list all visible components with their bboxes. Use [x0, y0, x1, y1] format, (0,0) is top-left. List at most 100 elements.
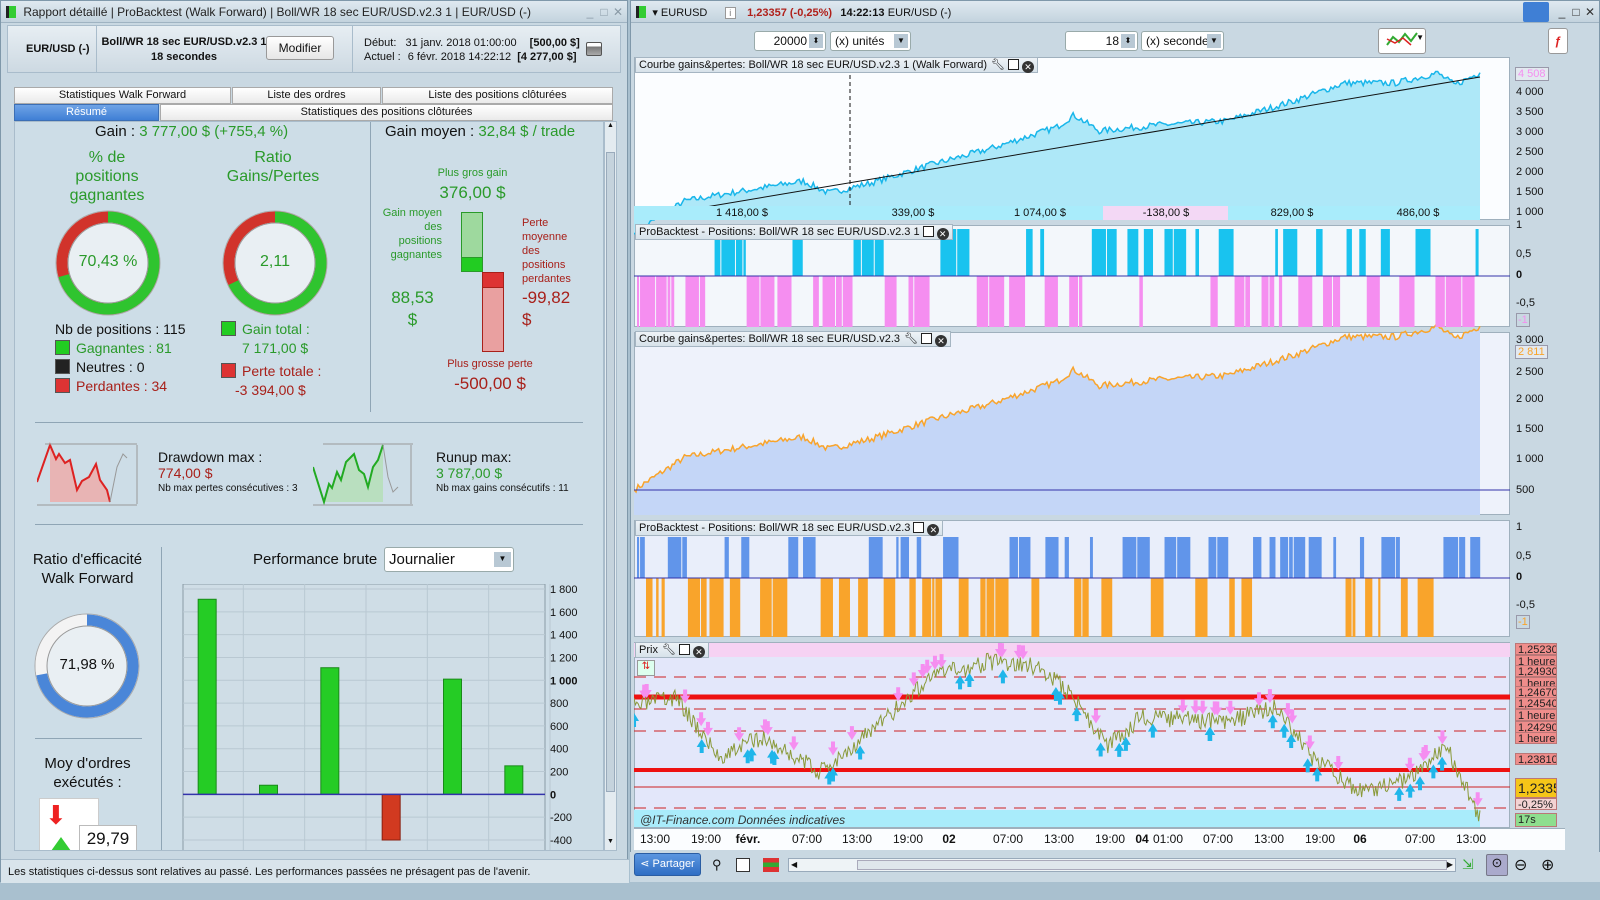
minimize-button[interactable]: _ — [1555, 1, 1569, 23]
equity-last-value: 2 811 — [1515, 345, 1548, 359]
drawdown-block: Drawdown max : 774,00 $ Nb max pertes co… — [158, 449, 298, 494]
close-icon[interactable]: ✕ — [936, 228, 949, 240]
minimize-button[interactable]: _ — [583, 1, 597, 23]
price-level-label: 1,24540 — [1515, 697, 1557, 709]
info-icon[interactable]: i — [724, 7, 736, 19]
perf-period-select[interactable]: Journalier ▼ — [384, 547, 514, 572]
wf-position-short-bar — [976, 276, 989, 327]
biggest-gain-label: Plus gros gain — [437, 167, 508, 179]
current-label: Actuel : — [364, 51, 401, 63]
close-icon[interactable]: ✕ — [1022, 61, 1035, 73]
buy-arrow-icon — [51, 837, 71, 850]
modify-button[interactable]: Modifier — [266, 36, 334, 60]
zoom-out-icon[interactable]: ⊖ — [1514, 855, 1527, 875]
app-logo-icon — [6, 6, 16, 18]
export-icon[interactable] — [736, 858, 750, 872]
axis-tick-label: 1 000 — [1516, 206, 1544, 218]
maximize-button[interactable]: □ — [597, 1, 611, 23]
time-axis-label: 04 — [1135, 832, 1149, 846]
close-button[interactable]: ✕ — [1583, 1, 1597, 23]
wrench-icon[interactable]: 🔧︎ — [904, 333, 918, 345]
summary-scrollbar[interactable]: ▲ ▼ — [604, 121, 617, 851]
alert-icon[interactable]: ⚲ — [712, 857, 722, 873]
share-button[interactable]: ⋖ Partager — [634, 853, 701, 876]
add-indicator-button[interactable]: ▼ — [1378, 28, 1426, 54]
wf-position-long-bar — [1380, 229, 1390, 276]
zoom-in-icon[interactable]: ⊕ — [1541, 855, 1554, 875]
position-long-bar — [1443, 537, 1459, 578]
close-button[interactable]: ✕ — [611, 1, 625, 23]
close-icon[interactable]: ✕ — [692, 646, 705, 658]
time-axis-label: 07:00 — [1202, 832, 1234, 846]
wf-position-long-bar — [1475, 229, 1479, 276]
close-icon[interactable]: ✕ — [935, 335, 948, 347]
window-icon[interactable] — [913, 522, 925, 533]
tab-closed-positions-list[interactable]: Liste des positions clôturées — [382, 87, 613, 104]
scroll-thumb[interactable] — [606, 152, 615, 792]
avg-loss-label: Perte moyenne des positions perdantes — [522, 217, 571, 285]
tab-summary[interactable]: Résumé — [14, 104, 159, 121]
scroll-left-arrow[interactable]: ◀ — [791, 859, 797, 871]
scroll-up-arrow[interactable]: ▲ — [605, 122, 616, 134]
symbol-dropdown[interactable]: ▾ EURUSD — [652, 7, 707, 19]
axis-tick-label: 3 000 — [1516, 126, 1544, 138]
units-input[interactable]: 20000 ⬍ — [754, 31, 826, 51]
horizontal-scrollbar[interactable]: ◀ ▶ — [788, 858, 1456, 872]
sell-arrow-icon — [1437, 730, 1448, 745]
keyboard-icon[interactable] — [1523, 2, 1549, 22]
units-label: (x) unités — [835, 34, 885, 48]
lock-scroll-icon[interactable]: ⇲ — [1462, 856, 1474, 873]
position-long-bar — [1289, 537, 1293, 578]
window-icon[interactable] — [921, 333, 933, 344]
units-select[interactable]: (x) unités ▼ — [830, 31, 911, 51]
panel-title-text: Prix — [639, 644, 658, 656]
spinner-icon[interactable]: ⬍ — [809, 34, 823, 48]
runup-value: 3 787,00 $ — [436, 465, 503, 481]
scroll-thumb[interactable] — [857, 860, 1447, 870]
spinner-icon[interactable]: ⬍ — [1121, 34, 1135, 48]
wf-position-short-bar — [1044, 276, 1058, 327]
indicator-chart-icon — [1386, 32, 1418, 46]
strategy-name: Boll/WR 18 sec EUR/USD.v2.3 1 — [101, 36, 267, 48]
bar — [504, 765, 524, 795]
wf-position-short-bar — [1210, 276, 1218, 327]
wrench-icon[interactable]: 🔧︎ — [991, 59, 1005, 71]
avg-orders-value: 29,79 — [79, 825, 137, 850]
position-short-bar — [661, 578, 665, 637]
wf-position-long-bar — [1346, 229, 1352, 276]
period-select[interactable]: (x) secondes ▼ — [1141, 31, 1224, 51]
wrench-icon[interactable]: 🔧︎ — [662, 644, 676, 656]
detailed-report-window: Rapport détaillé | ProBacktest (Walk For… — [0, 0, 629, 883]
scroll-down-arrow[interactable]: ▼ — [605, 838, 616, 850]
layout-icon[interactable] — [763, 858, 779, 872]
tab-walk-forward-stats[interactable]: Statistiques Walk Forward — [14, 87, 231, 104]
maximize-button[interactable]: □ — [1569, 1, 1583, 23]
position-long-bar — [1253, 537, 1262, 578]
tab-order-list[interactable]: Liste des ordres — [232, 87, 381, 104]
wf-position-short-bar — [813, 276, 819, 327]
biggest-loss-label: Plus grosse perte — [447, 358, 533, 370]
order-toggle-icon[interactable]: ⇅ — [637, 660, 655, 676]
close-icon[interactable]: ✕ — [927, 524, 940, 536]
time-axis-label: 13:00 — [1253, 832, 1285, 846]
wf-position-short-bar — [656, 276, 667, 327]
window-icon[interactable] — [922, 226, 934, 237]
position-long-bar — [1177, 537, 1191, 578]
time-axis-label: 02 — [942, 832, 956, 846]
units-value: 20000 — [773, 34, 807, 48]
side-panel-toggle-icon[interactable]: ƒ — [1548, 28, 1568, 54]
tab-closed-positions-stats[interactable]: Statistiques des positions clôturées — [160, 104, 613, 121]
window-icon[interactable] — [678, 644, 690, 655]
time-axis-label: 13:00 — [841, 832, 873, 846]
position-short-bar — [1365, 578, 1373, 637]
position-short-bar — [995, 578, 1009, 637]
auto-zoom-icon[interactable]: ⊙ — [1486, 854, 1508, 876]
period-input[interactable]: 18 ⬍ — [1065, 31, 1138, 51]
window-icon[interactable] — [1008, 59, 1020, 70]
position-long-bar — [667, 537, 682, 578]
y-tick-label: 200 — [550, 767, 568, 779]
printer-icon[interactable] — [586, 42, 602, 56]
scroll-right-arrow[interactable]: ▶ — [1447, 859, 1453, 871]
position-short-bar — [858, 578, 868, 637]
losers-count: Perdantes : 34 — [76, 378, 168, 394]
